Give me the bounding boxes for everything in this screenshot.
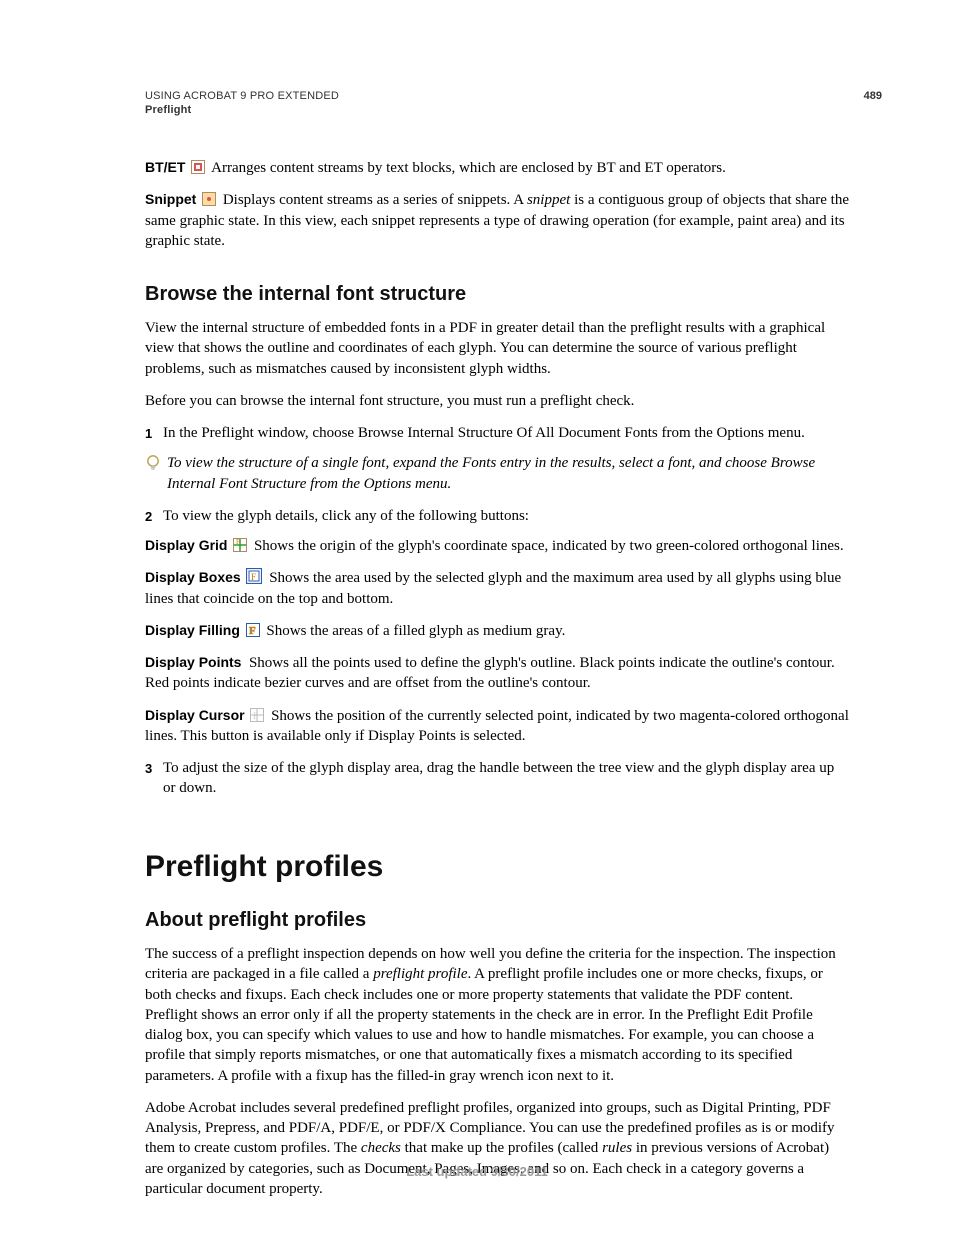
footer-updated: Last updated 9/30/2011 bbox=[0, 1164, 954, 1179]
tip: To view the structure of a single font, … bbox=[145, 453, 849, 494]
display-filling-icon: FF bbox=[246, 623, 260, 637]
svg-text:F: F bbox=[251, 572, 256, 582]
step-3: 3 To adjust the size of the glyph displa… bbox=[145, 758, 849, 799]
snippet-lead: Displays content streams as a series of … bbox=[223, 192, 527, 208]
display-points-text: Shows all the points used to define the … bbox=[145, 655, 835, 691]
display-points-para: Display Points Shows all the points used… bbox=[145, 653, 849, 694]
svg-text:F: F bbox=[253, 711, 258, 721]
btet-para: BT/ET Arranges content streams by text b… bbox=[145, 158, 849, 178]
snippet-icon bbox=[202, 192, 216, 206]
browse-heading: Browse the internal font structure bbox=[145, 281, 849, 308]
display-cursor-icon: F bbox=[250, 708, 264, 722]
profiles-p2-checks: checks bbox=[361, 1140, 401, 1156]
running-header: USING ACROBAT 9 PRO EXTENDED Preflight bbox=[145, 90, 849, 116]
svg-text:F: F bbox=[249, 625, 256, 637]
snippet-para: Snippet Displays content streams as a se… bbox=[145, 190, 849, 251]
svg-text:F: F bbox=[236, 538, 240, 546]
step-2-text: To view the glyph details, click any of … bbox=[163, 506, 849, 526]
display-filling-text: Shows the areas of a filled glyph as med… bbox=[266, 623, 565, 639]
step-3-text: To adjust the size of the glyph display … bbox=[163, 758, 849, 799]
btet-label: BT/ET bbox=[145, 159, 185, 175]
browse-p1: View the internal structure of embedded … bbox=[145, 318, 849, 379]
tip-text: To view the structure of a single font, … bbox=[167, 453, 849, 494]
profiles-p1: The success of a preflight inspection de… bbox=[145, 944, 849, 1086]
display-boxes-para: Display Boxes F Shows the area used by t… bbox=[145, 568, 849, 609]
step-1-text: In the Preflight window, choose Browse I… bbox=[163, 423, 849, 443]
btet-icon bbox=[191, 160, 205, 174]
snippet-label: Snippet bbox=[145, 191, 196, 207]
step-1: 1 In the Preflight window, choose Browse… bbox=[145, 423, 849, 443]
profiles-p1-tail: . A preflight profile includes one or mo… bbox=[145, 966, 823, 1083]
page: 489 USING ACROBAT 9 PRO EXTENDED Preflig… bbox=[0, 0, 954, 1235]
step-3-num: 3 bbox=[145, 758, 163, 799]
display-grid-icon: F bbox=[233, 538, 247, 552]
profiles-p2-rules: rules bbox=[602, 1140, 632, 1156]
display-grid-text: Shows the origin of the glyph's coordina… bbox=[254, 538, 844, 554]
display-points-label: Display Points bbox=[145, 654, 241, 670]
browse-p2: Before you can browse the internal font … bbox=[145, 391, 849, 411]
display-grid-para: Display Grid F Shows the origin of the g… bbox=[145, 536, 849, 556]
snippet-italic: snippet bbox=[527, 192, 570, 208]
display-boxes-label: Display Boxes bbox=[145, 569, 241, 585]
profiles-p1-italic: preflight profile bbox=[373, 966, 467, 982]
preflight-profiles-heading: Preflight profiles bbox=[145, 847, 849, 888]
lightbulb-icon bbox=[145, 453, 167, 494]
display-filling-para: Display Filling FF Shows the areas of a … bbox=[145, 621, 849, 641]
step-2-num: 2 bbox=[145, 506, 163, 526]
running-header-line2: Preflight bbox=[145, 104, 849, 116]
body-content: BT/ET Arranges content streams by text b… bbox=[145, 158, 849, 1199]
page-number: 489 bbox=[864, 90, 882, 102]
display-grid-label: Display Grid bbox=[145, 537, 227, 553]
running-header-line1: USING ACROBAT 9 PRO EXTENDED bbox=[145, 90, 849, 102]
step-1-num: 1 bbox=[145, 423, 163, 443]
profiles-p2: Adobe Acrobat includes several predefine… bbox=[145, 1098, 849, 1199]
display-boxes-icon: F bbox=[246, 568, 262, 584]
display-cursor-label: Display Cursor bbox=[145, 707, 245, 723]
about-preflight-heading: About preflight profiles bbox=[145, 907, 849, 934]
btet-text: Arranges content streams by text blocks,… bbox=[211, 160, 726, 176]
profiles-p2-b: that make up the profiles (called bbox=[401, 1140, 602, 1156]
step-2: 2 To view the glyph details, click any o… bbox=[145, 506, 849, 526]
display-filling-label: Display Filling bbox=[145, 622, 240, 638]
display-cursor-para: Display Cursor F Shows the position of t… bbox=[145, 706, 849, 747]
